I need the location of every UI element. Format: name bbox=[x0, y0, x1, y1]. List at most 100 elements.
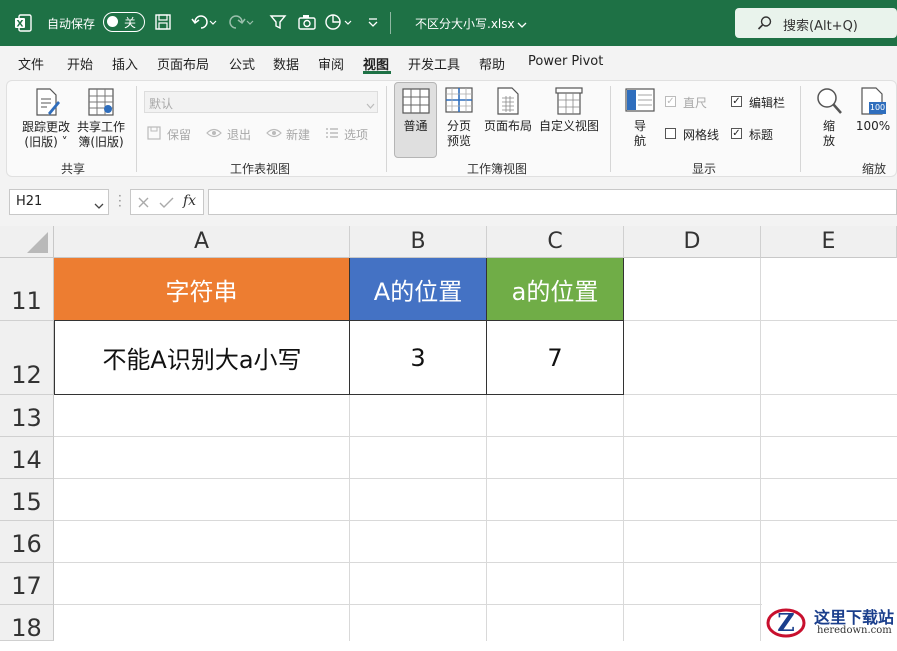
chevron-down-icon[interactable] bbox=[517, 18, 527, 32]
tab-data[interactable]: 数据 bbox=[273, 54, 299, 73]
tab-review[interactable]: 审阅 bbox=[318, 54, 344, 73]
row-header-15[interactable]: 15 bbox=[0, 479, 54, 521]
formula-bar-checkbox[interactable]: ✓ bbox=[731, 96, 742, 107]
track-changes-button[interactable]: 跟踪更改 (旧版) ˅ bbox=[17, 85, 75, 151]
cell-b12[interactable]: 3 bbox=[350, 321, 487, 395]
active-tab-indicator bbox=[363, 71, 391, 74]
row-header-11[interactable]: 11 bbox=[0, 258, 54, 321]
page-layout-label: 页面布局 bbox=[483, 119, 532, 133]
zoom-100-label: 100% bbox=[855, 119, 891, 133]
exit-button[interactable]: 退出 bbox=[206, 124, 258, 142]
new-button[interactable]: 新建 bbox=[266, 124, 318, 142]
row-header-13[interactable]: 13 bbox=[0, 395, 54, 437]
tab-insert[interactable]: 插入 bbox=[112, 54, 138, 73]
sheet-view-select[interactable]: 默认 bbox=[144, 91, 378, 113]
tab-power-pivot[interactable]: Power Pivot bbox=[528, 54, 603, 69]
tab-file[interactable]: 文件 bbox=[18, 54, 44, 73]
filter-icon[interactable] bbox=[269, 13, 287, 34]
zoom-100-badge: 100 bbox=[869, 103, 886, 112]
select-all-button[interactable] bbox=[0, 226, 54, 258]
autosave-state: 关 bbox=[124, 16, 137, 30]
tab-developer[interactable]: 开发工具 bbox=[408, 54, 460, 73]
normal-view-button[interactable]: 普通 bbox=[394, 82, 437, 158]
zoom-100-button[interactable]: 100 100% bbox=[852, 85, 894, 151]
name-box[interactable]: H21 bbox=[9, 189, 109, 215]
custom-views-button[interactable]: 自定义视图 bbox=[538, 85, 600, 151]
save-icon[interactable] bbox=[154, 13, 172, 34]
headings-label: 标题 bbox=[749, 128, 774, 142]
search-icon bbox=[757, 15, 773, 34]
navigation-button[interactable]: 导 航 bbox=[622, 85, 658, 151]
share-workbook-button[interactable]: 共享工作 簿(旧版) bbox=[75, 85, 127, 151]
eye-icon bbox=[206, 127, 222, 142]
gridline bbox=[54, 478, 897, 479]
watermark-logo-icon: Z bbox=[766, 603, 810, 642]
customize-toolbar-icon[interactable] bbox=[367, 16, 379, 31]
chart-icon[interactable] bbox=[324, 13, 352, 34]
tab-help[interactable]: 帮助 bbox=[479, 54, 505, 73]
gridlines-label: 网格线 bbox=[683, 128, 720, 142]
row-header-18[interactable]: 18 bbox=[0, 605, 54, 642]
autosave-toggle[interactable]: 关 bbox=[103, 12, 145, 32]
formula-buttons: fx bbox=[130, 189, 204, 215]
custom-views-icon bbox=[555, 86, 583, 119]
tab-page-layout[interactable]: 页面布局 bbox=[157, 54, 209, 73]
column-header-d[interactable]: D bbox=[624, 226, 761, 258]
chevron-down-icon[interactable] bbox=[94, 199, 104, 213]
confirm-icon[interactable] bbox=[159, 196, 174, 212]
row-header-17[interactable]: 17 bbox=[0, 563, 54, 605]
track-changes-label-2: (旧版) ˅ bbox=[24, 135, 68, 149]
excel-logo-icon[interactable]: X bbox=[14, 14, 32, 32]
cell-a12[interactable]: 不能A识别大a小写 bbox=[54, 321, 350, 395]
magnifier-icon bbox=[815, 86, 843, 119]
column-header-e[interactable]: E bbox=[761, 226, 897, 258]
page-break-label-2: 预览 bbox=[446, 134, 471, 148]
svg-text:X: X bbox=[17, 20, 24, 30]
file-name[interactable]: 不区分大小写.xlsx bbox=[415, 15, 515, 32]
list-icon bbox=[325, 127, 339, 142]
column-header-c[interactable]: C bbox=[487, 226, 624, 258]
column-header-a[interactable]: A bbox=[54, 226, 350, 258]
zoom-100-icon: 100 bbox=[860, 86, 886, 116]
headings-checkbox[interactable]: ✓ bbox=[731, 128, 742, 139]
search-placeholder: 搜索(Alt+Q) bbox=[783, 19, 858, 34]
toggle-knob bbox=[107, 16, 118, 27]
gridline bbox=[54, 562, 897, 563]
normal-view-label: 普通 bbox=[403, 119, 428, 133]
options-button[interactable]: 选项 bbox=[325, 124, 377, 142]
ruler-checkbox[interactable]: ✓ bbox=[665, 96, 676, 107]
undo-icon[interactable] bbox=[191, 13, 217, 34]
column-header-b[interactable]: B bbox=[350, 226, 487, 258]
chevron-down-icon bbox=[366, 99, 375, 113]
group-label-zoom: 缩放 bbox=[862, 162, 887, 176]
tab-home[interactable]: 开始 bbox=[67, 54, 93, 73]
group-label-sheet-view: 工作表视图 bbox=[229, 162, 290, 176]
row-header-12[interactable]: 12 bbox=[0, 321, 54, 395]
gridlines-checkbox[interactable] bbox=[665, 128, 676, 139]
navigation-icon bbox=[625, 88, 655, 115]
search-box[interactable]: 搜索(Alt+Q) bbox=[735, 8, 897, 38]
group-separator bbox=[800, 86, 801, 172]
row-header-14[interactable]: 14 bbox=[0, 437, 54, 479]
share-workbook-label-2: 簿(旧版) bbox=[78, 135, 124, 149]
tab-formulas[interactable]: 公式 bbox=[229, 54, 255, 73]
name-box-value: H21 bbox=[16, 194, 43, 209]
new-label: 新建 bbox=[286, 128, 311, 142]
cancel-icon[interactable] bbox=[137, 196, 150, 212]
insert-function-icon[interactable]: fx bbox=[183, 193, 196, 209]
formula-input[interactable] bbox=[208, 189, 897, 215]
page-break-preview-button[interactable]: 分页 预览 bbox=[441, 85, 477, 151]
page-layout-button[interactable]: 页面布局 bbox=[482, 85, 534, 151]
row-header-16[interactable]: 16 bbox=[0, 521, 54, 563]
ruler-label: 直尺 bbox=[683, 96, 708, 110]
keep-button[interactable]: 保留 bbox=[147, 124, 199, 142]
cell-c12[interactable]: 7 bbox=[487, 321, 624, 395]
zoom-button[interactable]: 缩 放 bbox=[812, 85, 846, 151]
cell-c11[interactable]: a的位置 bbox=[487, 258, 624, 321]
camera-icon[interactable] bbox=[297, 13, 317, 34]
cell-a11[interactable]: 字符串 bbox=[54, 258, 350, 321]
cell-b11[interactable]: A的位置 bbox=[350, 258, 487, 321]
redo-icon[interactable] bbox=[228, 13, 254, 34]
custom-views-label: 自定义视图 bbox=[538, 119, 599, 133]
more-dots-icon: · · · bbox=[118, 189, 122, 213]
